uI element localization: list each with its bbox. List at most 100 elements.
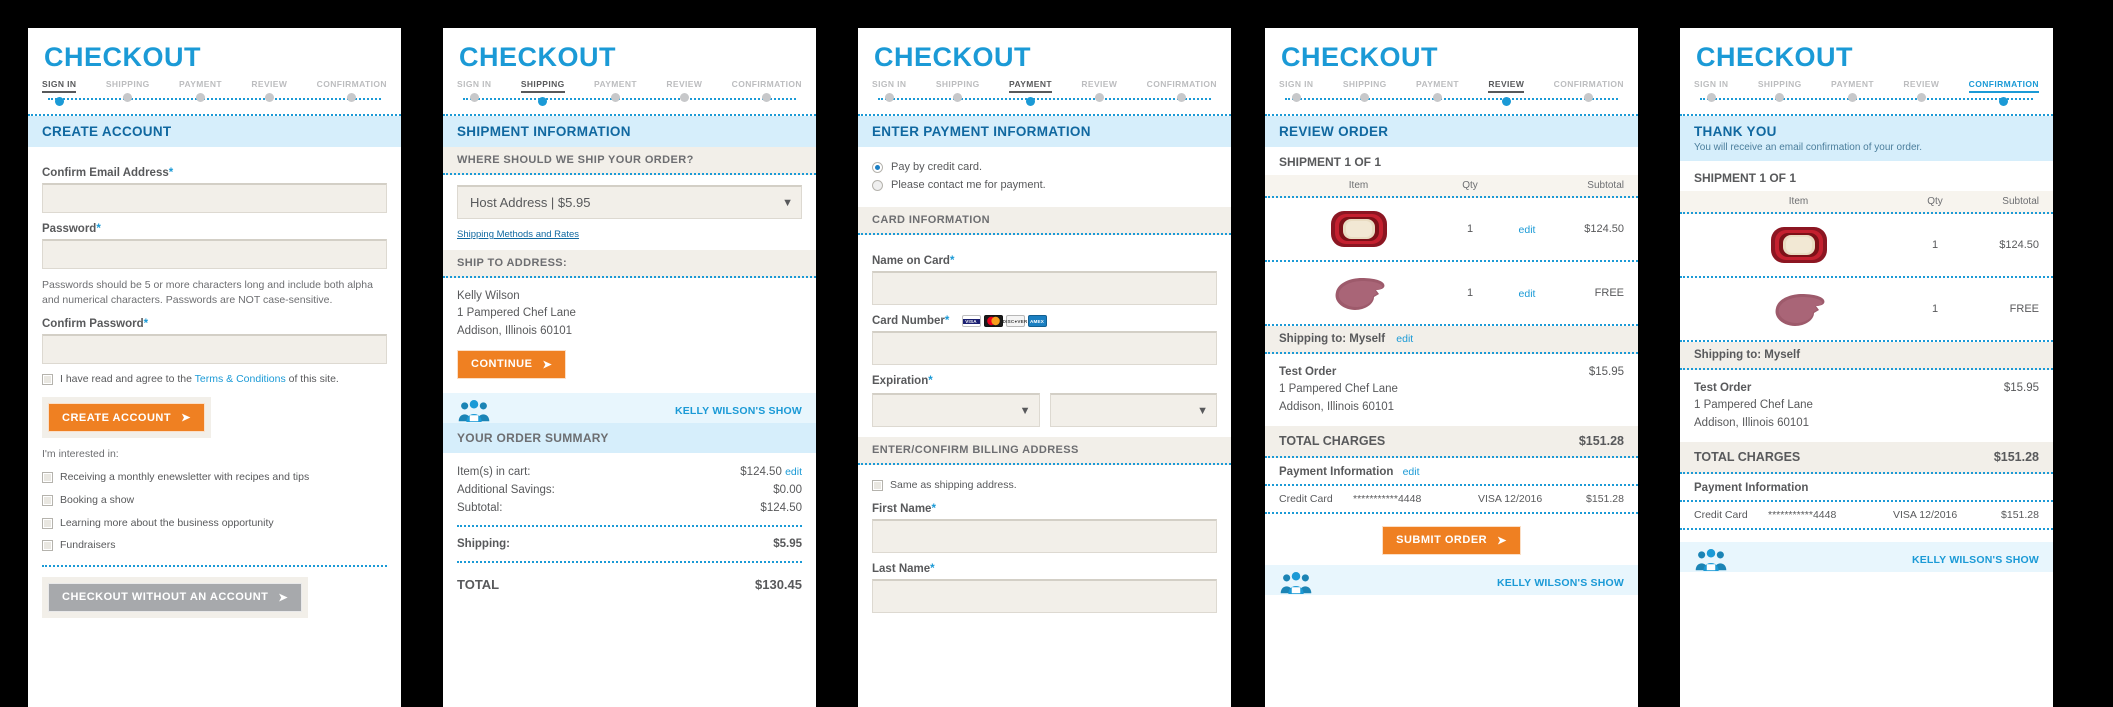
- shipping-method-select[interactable]: Host Address | $5.95 ▼: [457, 185, 802, 219]
- step-confirmation[interactable]: CONFIRMATION: [1554, 79, 1624, 102]
- step-shipping[interactable]: SHIPPING: [520, 79, 565, 106]
- step-confirmation[interactable]: CONFIRMATION: [1147, 79, 1217, 102]
- expiration-month-select[interactable]: ▼: [872, 393, 1040, 428]
- first-name-field[interactable]: [872, 518, 1217, 553]
- card-number-field[interactable]: [872, 331, 1217, 366]
- qty-cell: 1: [1466, 287, 1474, 299]
- step-review[interactable]: REVIEW: [1488, 79, 1525, 106]
- arrow-right-icon: ➤: [1497, 534, 1507, 547]
- checkout-flow-stage: CHECKOUT SIGN IN SHIPPING PAYMENT REVIEW…: [0, 0, 2113, 707]
- step-review[interactable]: REVIEW: [251, 79, 287, 102]
- interest-row[interactable]: Booking a show: [42, 494, 387, 508]
- step-payment[interactable]: PAYMENT: [1009, 79, 1052, 106]
- step-confirmation[interactable]: CONFIRMATION: [317, 79, 387, 102]
- edit-items-link[interactable]: edit: [785, 466, 802, 478]
- step-payment[interactable]: PAYMENT: [179, 79, 222, 102]
- email-field[interactable]: [42, 183, 387, 213]
- same-as-shipping-checkbox[interactable]: [872, 480, 883, 492]
- step-label: PAYMENT: [1009, 79, 1052, 93]
- shipping-methods-rates-link[interactable]: Shipping Methods and Rates: [457, 229, 579, 240]
- interest-checkbox-booking[interactable]: [42, 494, 53, 506]
- step-label: SHIPPING: [1342, 79, 1387, 89]
- step-confirmation[interactable]: CONFIRMATION: [732, 79, 802, 102]
- summary-label: Subtotal:: [457, 501, 503, 514]
- interest-label: Receiving a monthly enewsletter with rec…: [60, 471, 310, 484]
- column-qty: Qty: [1927, 196, 1943, 207]
- step-shipping[interactable]: SHIPPING: [1758, 79, 1802, 102]
- order-street: 1 Pampered Chef Lane: [1279, 383, 1398, 396]
- last-name-field[interactable]: [872, 578, 1217, 613]
- password-label: Password*: [42, 223, 101, 235]
- table-row: 1 edit FREE: [1265, 262, 1638, 326]
- interest-checkbox-newsletter[interactable]: [42, 472, 53, 484]
- name-on-card-label: Name on Card*: [872, 255, 955, 267]
- step-sign-in[interactable]: SIGN IN: [1279, 79, 1313, 102]
- step-sign-in[interactable]: SIGN IN: [457, 79, 491, 102]
- total-charges-row: TOTAL CHARGES $151.28: [1680, 441, 2053, 474]
- same-as-shipping-row[interactable]: Same as shipping address.: [872, 479, 1217, 493]
- thank-you-subtitle: You will receive an email confirmation o…: [1694, 142, 1923, 153]
- submit-order-button[interactable]: SUBMIT ORDER ➤: [1382, 525, 1521, 555]
- terms-link[interactable]: Terms & Conditions: [195, 373, 286, 385]
- order-address: Test Order 1 Pampered Chef Lane Addison,…: [1279, 364, 1398, 416]
- show-name[interactable]: KELLY WILSON'S SHOW: [1497, 577, 1624, 589]
- step-payment[interactable]: PAYMENT: [1416, 79, 1459, 102]
- shipping-to-label: Shipping to: Myself: [1694, 349, 1801, 361]
- password-field[interactable]: [42, 239, 387, 269]
- interest-row[interactable]: Fundraisers: [42, 539, 387, 553]
- step-review[interactable]: REVIEW: [666, 79, 702, 102]
- total-label: TOTAL CHARGES: [1694, 449, 1801, 464]
- step-review[interactable]: REVIEW: [1903, 79, 1939, 102]
- step-sign-in[interactable]: SIGN IN: [1694, 79, 1728, 102]
- step-label: PAYMENT: [1416, 79, 1459, 89]
- step-sign-in[interactable]: SIGN IN: [42, 79, 77, 106]
- radio-selected-icon[interactable]: [872, 161, 883, 173]
- edit-cell: edit: [1502, 286, 1552, 300]
- shipping-to-label: Shipping to: Myself: [1279, 333, 1386, 345]
- first-name-label: First Name*: [872, 502, 936, 515]
- subtotal-cell: FREE: [1594, 287, 1624, 299]
- summary-value: $0.00: [773, 483, 802, 496]
- continue-button[interactable]: CONTINUE ➤: [457, 349, 567, 379]
- step-label: REVIEW: [1488, 79, 1525, 93]
- step-label: CONFIRMATION: [1968, 79, 2039, 93]
- edit-shipping-link[interactable]: edit: [1396, 333, 1413, 345]
- edit-payment-link[interactable]: edit: [1403, 466, 1420, 478]
- edit-item-link[interactable]: edit: [1519, 288, 1536, 300]
- terms-text: I have read and agree to the Terms & Con…: [60, 373, 339, 386]
- step-payment[interactable]: PAYMENT: [594, 79, 637, 102]
- checkout-without-account-button[interactable]: CHECKOUT WITHOUT AN ACCOUNT ➤: [48, 582, 303, 612]
- pay-by-credit-card-option[interactable]: Pay by credit card.: [872, 161, 1217, 173]
- confirm-password-label: Confirm Password*: [42, 318, 149, 331]
- show-name[interactable]: KELLY WILSON'S SHOW: [1912, 554, 2039, 566]
- step-confirmation[interactable]: CONFIRMATION: [1968, 79, 2039, 106]
- terms-row[interactable]: I have read and agree to the Terms & Con…: [42, 373, 387, 387]
- step-review[interactable]: REVIEW: [1081, 79, 1117, 102]
- terms-checkbox[interactable]: [42, 374, 53, 386]
- show-name[interactable]: KELLY WILSON'S SHOW: [675, 405, 802, 417]
- interest-checkbox-business[interactable]: [42, 517, 53, 529]
- step-label: PAYMENT: [1831, 79, 1874, 89]
- create-account-form: Confirm Email Address* Password* Passwor…: [28, 147, 401, 628]
- summary-row-items: Item(s) in cart: $124.50 edit: [457, 463, 802, 481]
- name-on-card-field[interactable]: [872, 271, 1217, 305]
- expiration-year-select[interactable]: ▼: [1049, 393, 1217, 428]
- step-shipping[interactable]: SHIPPING: [936, 79, 980, 102]
- shipment-label: SHIPMENT 1 OF 1: [1694, 171, 1797, 185]
- edit-item-link[interactable]: edit: [1519, 224, 1536, 236]
- step-sign-in[interactable]: SIGN IN: [872, 79, 906, 102]
- step-shipping[interactable]: SHIPPING: [106, 79, 150, 102]
- interest-checkbox-fundraisers[interactable]: [42, 540, 53, 552]
- create-account-button[interactable]: CREATE ACCOUNT ➤: [48, 403, 205, 433]
- where-ship-label: WHERE SHOULD WE SHIP YOUR ORDER?: [443, 147, 816, 175]
- create-account-button-label: CREATE ACCOUNT: [62, 411, 172, 424]
- contact-me-for-payment-option[interactable]: Please contact me for payment.: [872, 179, 1217, 191]
- summary-label: Item(s) in cart:: [457, 465, 531, 478]
- step-payment[interactable]: PAYMENT: [1831, 79, 1874, 102]
- interested-label: I'm interested in:: [42, 448, 119, 461]
- step-shipping[interactable]: SHIPPING: [1343, 79, 1387, 102]
- interest-row[interactable]: Receiving a monthly enewsletter with rec…: [42, 471, 387, 485]
- confirm-password-field[interactable]: [42, 334, 387, 365]
- interest-row[interactable]: Learning more about the business opportu…: [42, 517, 387, 531]
- radio-icon[interactable]: [872, 179, 883, 191]
